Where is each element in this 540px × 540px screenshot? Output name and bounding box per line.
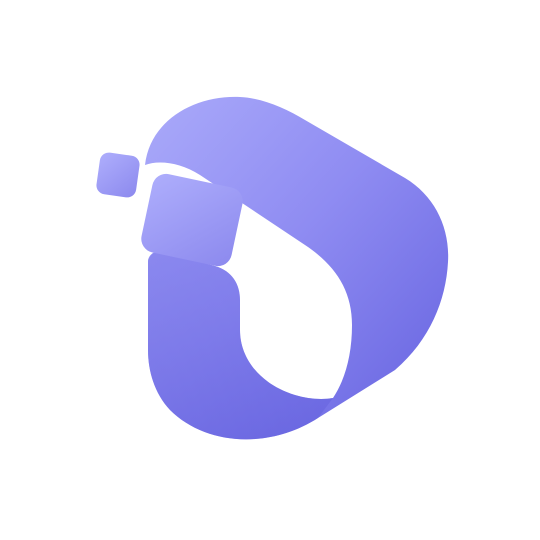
app-logo-icon (96, 96, 449, 440)
logo-dot-small (96, 152, 140, 198)
logo-stem (148, 251, 333, 440)
app-icon-canvas (0, 0, 540, 540)
